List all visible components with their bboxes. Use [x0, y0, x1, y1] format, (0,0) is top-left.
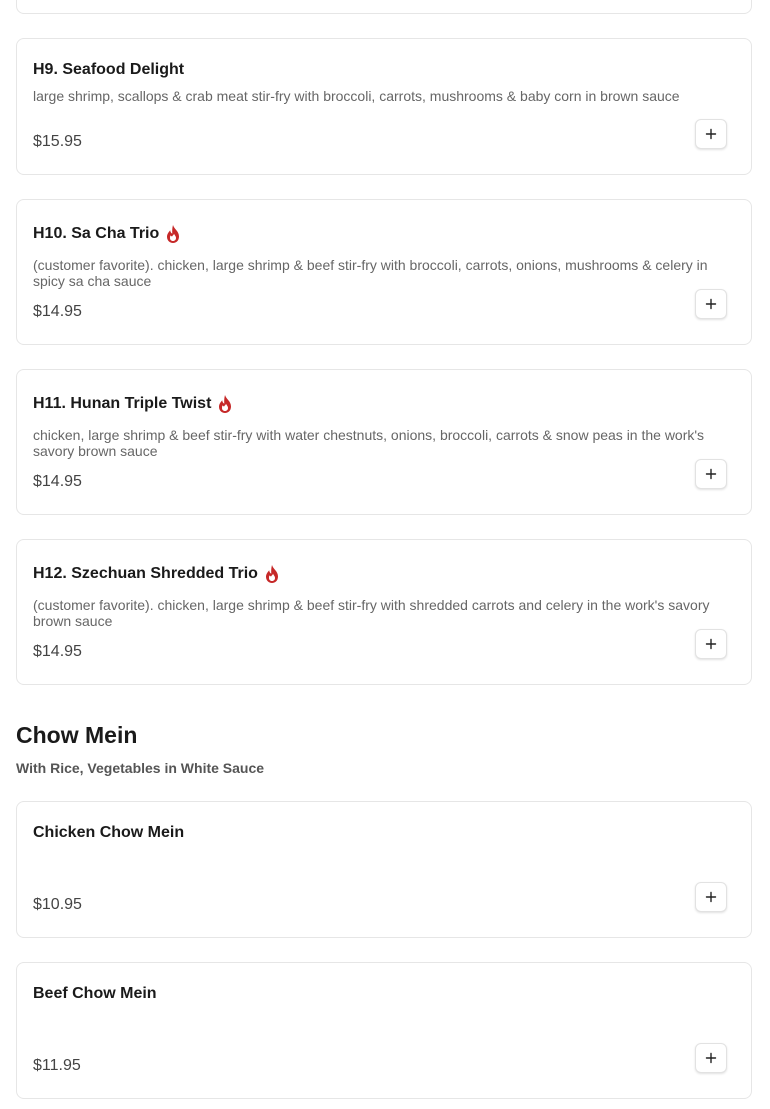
- menu-item-card-partial: [16, 0, 752, 14]
- flame-icon: [265, 565, 278, 583]
- menu-item-card[interactable]: Beef Chow Mein $11.95: [16, 962, 752, 1099]
- menu-item-description: large shrimp, scallops & crab meat stir-…: [33, 88, 680, 104]
- menu-item-card[interactable]: H11. Hunan Triple Twist chicken, large s…: [16, 369, 752, 515]
- menu-item-card[interactable]: H10. Sa Cha Trio (customer favorite). ch…: [16, 199, 752, 345]
- add-to-cart-button[interactable]: [695, 882, 727, 912]
- menu-item-title: H12. Szechuan Shredded Trio: [33, 564, 280, 584]
- plus-icon: [705, 298, 717, 310]
- menu-item-title: H9. Seafood Delight: [33, 61, 185, 78]
- menu-item-price: $15.95: [33, 133, 82, 150]
- add-to-cart-button[interactable]: [695, 119, 727, 149]
- menu-item-title: H11. Hunan Triple Twist: [33, 394, 233, 414]
- flame-icon: [219, 395, 232, 413]
- menu-item-description: (customer favorite). chicken, large shri…: [33, 597, 710, 629]
- menu-item-title: H10. Sa Cha Trio: [33, 224, 181, 244]
- plus-icon: [705, 1052, 717, 1064]
- plus-icon: [705, 891, 717, 903]
- add-to-cart-button[interactable]: [695, 629, 727, 659]
- plus-icon: [705, 468, 717, 480]
- menu-item-price: $14.95: [33, 303, 82, 320]
- add-to-cart-button[interactable]: [695, 1043, 727, 1073]
- section-title: Chow Mein: [16, 722, 138, 748]
- menu-item-price: $14.95: [33, 473, 82, 490]
- menu-item-price: $10.95: [33, 896, 82, 913]
- plus-icon: [705, 638, 717, 650]
- plus-icon: [705, 128, 717, 140]
- menu-item-price: $14.95: [33, 643, 82, 660]
- add-to-cart-button[interactable]: [695, 289, 727, 319]
- menu-item-price: $11.95: [33, 1057, 81, 1074]
- menu-item-card[interactable]: Chicken Chow Mein $10.95: [16, 801, 752, 938]
- section-subtitle: With Rice, Vegetables in White Sauce: [16, 760, 265, 776]
- add-to-cart-button[interactable]: [695, 459, 727, 489]
- menu-item-description: chicken, large shrimp & beef stir-fry wi…: [33, 427, 705, 459]
- menu-item-card[interactable]: H9. Seafood Delight large shrimp, scallo…: [16, 38, 752, 175]
- flame-icon: [167, 225, 180, 243]
- menu-item-description: (customer favorite). chicken, large shri…: [33, 257, 708, 289]
- menu-item-title: Chicken Chow Mein: [33, 824, 185, 841]
- menu-item-title: Beef Chow Mein: [33, 985, 157, 1002]
- menu-item-card[interactable]: H12. Szechuan Shredded Trio (customer fa…: [16, 539, 752, 685]
